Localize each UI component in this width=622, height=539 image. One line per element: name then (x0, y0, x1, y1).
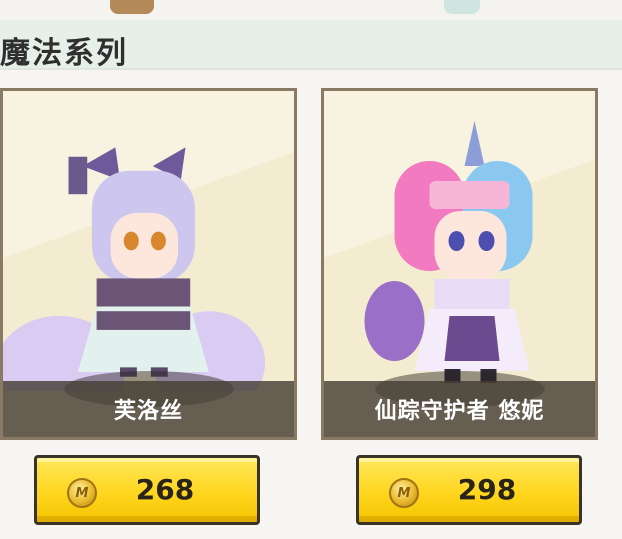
price-label: 298 (457, 473, 517, 506)
character-figure-1 (3, 147, 266, 391)
price-label: 268 (135, 473, 195, 506)
buy-button-1[interactable]: M 268 (34, 455, 260, 525)
section-header: 魔法系列 (0, 20, 622, 71)
section-title: 魔法系列 (0, 36, 128, 71)
previous-item-feet-right (444, 0, 480, 14)
character-figure-2 (364, 121, 533, 383)
character-name: 芙洛丝 (113, 399, 183, 424)
previous-item-feet-left (110, 0, 154, 14)
character-name: 仙踪守护者 悠妮 (374, 399, 545, 424)
item-card-2[interactable]: 仙踪守护者 悠妮 (321, 88, 598, 440)
name-bar: 芙洛丝 (3, 381, 294, 437)
buy-button-2[interactable]: M 298 (356, 455, 582, 525)
item-card-1[interactable]: 芙洛丝 (0, 88, 297, 440)
name-bar: 仙踪守护者 悠妮 (324, 381, 595, 437)
previous-row-strip (0, 0, 622, 20)
